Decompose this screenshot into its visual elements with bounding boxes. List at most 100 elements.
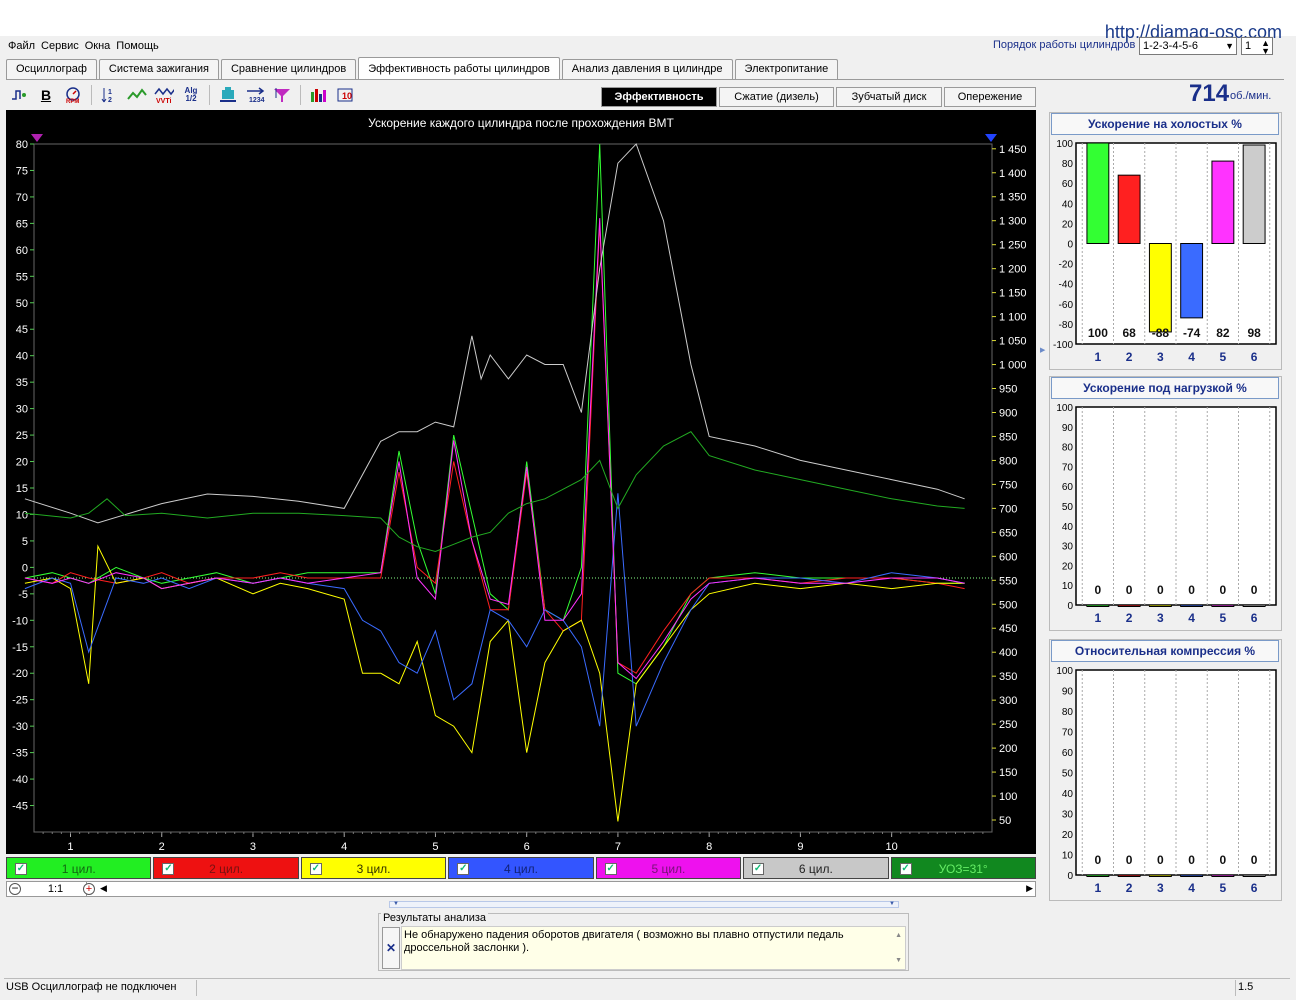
- svg-text:10: 10: [342, 91, 352, 101]
- y-right-tick-label: 50: [999, 815, 1011, 827]
- svg-text:VVTi: VVTi: [156, 98, 171, 104]
- filter-icon[interactable]: [271, 84, 293, 106]
- panel-bar-chart: 100806040200-20-40-60-80-1001001682-883-…: [1053, 139, 1277, 364]
- zoom-out-icon[interactable]: −: [9, 882, 21, 895]
- panel-title[interactable]: Ускорение под нагрузкой %: [1051, 377, 1279, 399]
- legend-channel-3[interactable]: ✓ 3 цил.: [300, 857, 447, 879]
- x-tick-label: 6: [524, 841, 530, 853]
- cylinder-order-select[interactable]: 1-2-3-4-5-6 ▼: [1139, 37, 1237, 55]
- scroll-left-icon[interactable]: ◀: [100, 883, 107, 894]
- checkbox-icon[interactable]: ✓: [899, 863, 912, 875]
- channel-legend: ✓ 1 цил. ✓ 2 цил. ✓ 3 цил. ✓ 4 цил. ✓ 5 цил. ✓ 6 ци…: [6, 857, 1036, 879]
- spin-arrows-icon: ▲ ▼: [1261, 38, 1270, 56]
- vertical-splitter[interactable]: ▶: [1040, 110, 1046, 890]
- menu-bar: Файл Сервис Окна Помощь: [8, 40, 159, 56]
- acceleration-chart[interactable]: Ускорение каждого цилиндра после прохожд…: [6, 110, 1036, 854]
- close-icon[interactable]: ✕: [382, 927, 400, 969]
- x-tick-label: 6: [1251, 350, 1258, 364]
- bar-value-label: 0: [1157, 583, 1164, 597]
- menu-file[interactable]: Файл: [8, 40, 35, 56]
- legend-channel-5[interactable]: ✓ 5 цил.: [595, 857, 742, 879]
- x-tick-label: 1: [67, 841, 73, 853]
- legend-channel-6[interactable]: ✓ 6 цил.: [743, 857, 889, 879]
- y-left-tick-label: -30: [12, 721, 28, 733]
- bar-value-label: -74: [1183, 326, 1201, 340]
- subtab-gear-disk[interactable]: Зубчатый диск: [836, 87, 942, 107]
- y-right-tick-label: 1 300: [999, 216, 1027, 228]
- collapse-right-icon: ▶: [1040, 347, 1046, 354]
- tab-cylinder-efficiency[interactable]: Эффективность работы цилиндров: [358, 57, 560, 79]
- legend-channel-2[interactable]: ✓ 2 цил.: [153, 857, 299, 879]
- y-right-tick-label: 550: [999, 575, 1017, 587]
- checkbox-icon[interactable]: ✓: [309, 863, 322, 875]
- scroll-up-icon[interactable]: ▲: [895, 929, 902, 942]
- x-tick-label: 5: [432, 841, 438, 853]
- bar-cylinder-1: [1086, 604, 1110, 607]
- y-left-tick-label: 40: [16, 351, 28, 363]
- graph-icon[interactable]: [126, 84, 148, 106]
- rpm-icon[interactable]: RPM: [62, 84, 84, 106]
- svg-text:1: 1: [108, 89, 112, 96]
- legend-channel-1[interactable]: ✓ 1 цил.: [6, 857, 152, 879]
- bar-cylinder-4: [1180, 874, 1204, 877]
- connection-status: USB Осциллограф не подключен: [6, 981, 177, 993]
- y-right-tick-label: 800: [999, 455, 1017, 467]
- subtab-efficiency[interactable]: Эффективность: [601, 87, 717, 107]
- menu-windows[interactable]: Окна: [85, 40, 111, 56]
- y-right-tick-label: 750: [999, 479, 1017, 491]
- engine-icon[interactable]: [217, 84, 239, 106]
- x-tick-label: 2: [1126, 350, 1133, 364]
- y-tick-label: 50: [1062, 502, 1074, 513]
- chart-title: Ускорение каждого цилиндра после прохожд…: [368, 116, 674, 130]
- subtab-compression-diesel[interactable]: Сжатие (дизель): [719, 87, 834, 107]
- tab-cylinder-compare[interactable]: Сравнение цилиндров: [220, 59, 357, 79]
- legend-channel-7[interactable]: ✓ УОЗ=31°: [890, 857, 1036, 879]
- y-right-tick-label: 950: [999, 384, 1017, 396]
- rpm-value: 714: [1189, 80, 1230, 107]
- y-tick-label: -100: [1053, 340, 1073, 351]
- vvt-icon[interactable]: VVTi: [153, 84, 175, 106]
- cycle-sort-icon[interactable]: 12: [99, 84, 121, 106]
- menu-service[interactable]: Сервис: [41, 40, 79, 56]
- panel-bar-chart: 1009080706050403020100010203040506: [1056, 666, 1277, 895]
- bar-chart-icon[interactable]: [308, 84, 330, 106]
- checkbox-icon[interactable]: ✓: [457, 863, 470, 875]
- first-cylinder-stepper[interactable]: 1 ▲ ▼: [1241, 37, 1273, 56]
- y-tick-label: 80: [1062, 443, 1074, 454]
- tab-pressure-analysis[interactable]: Анализ давления в цилиндре: [561, 59, 733, 79]
- scroll-down-icon[interactable]: ▼: [895, 954, 902, 967]
- checkbox-icon[interactable]: ✓: [604, 863, 617, 875]
- bar-value-label: 0: [1251, 583, 1258, 597]
- y-right-tick-label: 1 350: [999, 192, 1027, 204]
- subtab-advance[interactable]: Опережение: [944, 87, 1036, 107]
- panel-title[interactable]: Относительная компрессия %: [1051, 640, 1279, 662]
- bold-b-icon[interactable]: B: [35, 84, 57, 106]
- bar-cylinder-6: [1242, 874, 1266, 877]
- bar-value-label: 98: [1247, 326, 1261, 340]
- checkbox-icon[interactable]: ✓: [15, 863, 27, 875]
- bar-cylinder-1: [1086, 874, 1110, 877]
- trigger-icon[interactable]: [8, 84, 30, 106]
- panel-title[interactable]: Ускорение на холостых %: [1051, 113, 1279, 135]
- y-left-tick-label: 55: [16, 271, 28, 283]
- chart-scrollbar[interactable]: − 1:1 + ◀ ▶: [6, 881, 1036, 897]
- tab-power-supply[interactable]: Электропитание: [734, 59, 839, 79]
- bar-cylinder-3: [1148, 604, 1172, 607]
- scroll-right-icon[interactable]: ▶: [1026, 883, 1033, 894]
- legend-channel-4[interactable]: ✓ 4 цил.: [448, 857, 594, 879]
- tab-ignition[interactable]: Система зажигания: [98, 59, 219, 79]
- zoom-level: 1:1: [25, 882, 87, 896]
- y-left-tick-label: 5: [22, 536, 28, 548]
- zoom-in-icon[interactable]: +: [83, 883, 95, 895]
- checkbox-icon[interactable]: ✓: [752, 863, 765, 875]
- counter-icon[interactable]: 10: [335, 84, 357, 106]
- sequence-icon[interactable]: 1234: [244, 84, 266, 106]
- checkbox-icon[interactable]: ✓: [162, 863, 175, 875]
- main-tabs: Осциллограф Система зажигания Сравнение …: [6, 57, 840, 79]
- splitter-handle[interactable]: ▼ ▼: [389, 901, 899, 908]
- menu-help[interactable]: Помощь: [116, 40, 159, 56]
- tab-oscilloscope[interactable]: Осциллограф: [6, 59, 97, 79]
- y-tick-label: 40: [1062, 522, 1074, 533]
- y-tick-label: 30: [1062, 542, 1074, 553]
- algorithm-icon[interactable]: Alg 1/2: [180, 84, 202, 106]
